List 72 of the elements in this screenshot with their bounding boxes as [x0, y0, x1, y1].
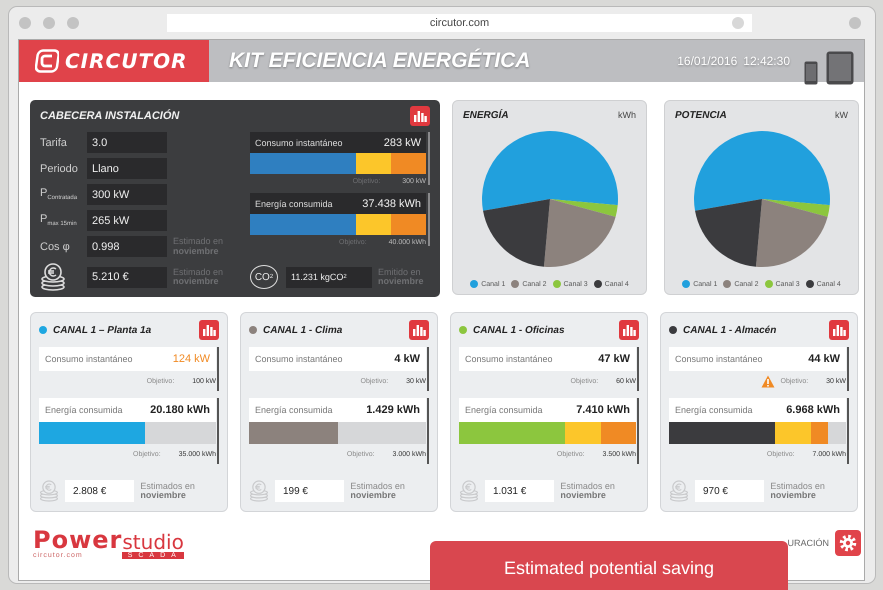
address-bar[interactable]: circutor.com — [167, 14, 752, 32]
chart-icon[interactable] — [199, 320, 219, 340]
reading-label: Energía consumida — [465, 405, 543, 415]
reading-label: Consumo instantáneo — [465, 354, 553, 364]
settings-label: URACIÓN — [787, 538, 829, 548]
reading-value: 6.968 kWh — [786, 404, 840, 416]
unit-label: kW — [835, 110, 848, 120]
field-value: Llano — [87, 158, 167, 179]
reading-label: Energía consumida — [45, 405, 123, 415]
card-title: CANAL 1 - Clima — [263, 324, 344, 336]
card-title: POTENCIA — [675, 110, 727, 120]
time-text: 12:42:30 — [743, 54, 790, 68]
field-value: 3.0 — [87, 132, 167, 153]
window-dot[interactable] — [849, 17, 861, 29]
reading-label: Consumo instantáneo — [255, 354, 343, 364]
brand-text: studio — [122, 532, 184, 552]
logo-icon — [35, 49, 59, 73]
reading-value: 47 kW — [598, 353, 630, 365]
logo-text: CIRCUTOR — [65, 49, 188, 73]
reading-value: 1.429 kWh — [366, 404, 420, 416]
url-text: circutor.com — [430, 17, 490, 29]
field-label: Cos φ — [40, 240, 71, 252]
field-value: 300 kW — [87, 184, 167, 205]
window-dot[interactable] — [67, 17, 79, 29]
card-title: ENERGÍA — [463, 110, 509, 120]
card-title: CANAL 1 - Oficinas — [473, 324, 566, 336]
cost-value: 199 € — [274, 480, 344, 502]
meter-label: Energía consumida — [255, 198, 333, 208]
chart-icon[interactable] — [829, 320, 849, 340]
field-label: Periodo — [40, 162, 79, 174]
reading-value: 7.410 kWh — [576, 404, 630, 416]
window-dot[interactable] — [43, 17, 55, 29]
note-text: Estimados en noviembre — [350, 482, 406, 500]
unit-label: kWh — [618, 110, 636, 120]
chart-icon[interactable] — [409, 320, 429, 340]
reading-label: Consumo instantáneo — [675, 354, 763, 364]
settings-button[interactable] — [835, 530, 861, 556]
chart-icon[interactable] — [619, 320, 639, 340]
reading-value: 20.180 kWh — [150, 404, 210, 416]
chart-icon[interactable] — [410, 106, 430, 126]
tablet-icon[interactable] — [826, 51, 854, 85]
cost-value: 2.808 € — [64, 480, 134, 502]
cost-value: 5.210 € — [87, 266, 167, 288]
note-text: Estimados en noviembre — [770, 482, 826, 500]
saving-banner: Estimated potential saving — [430, 541, 788, 590]
meter-value: 37.438 kWh — [362, 198, 421, 210]
reading-value: 44 kW — [808, 353, 840, 365]
cost-value: 970 € — [694, 480, 764, 502]
card-title: CANAL 1 – Planta 1a — [53, 324, 152, 336]
field-value: 265 kW — [87, 210, 167, 231]
window-dot[interactable] — [19, 17, 31, 29]
app-title: KIT EFICIENCIA ENERGÉTICA — [229, 49, 530, 73]
meter-label: Consumo instantáneo — [255, 138, 343, 148]
note-text: Estimados en noviembre — [560, 482, 616, 500]
field-value: 0.998 — [87, 236, 167, 257]
reading-value: 124 kW — [172, 353, 210, 365]
reading-label: Energía consumida — [675, 405, 753, 415]
cost-value: 1.031 € — [484, 480, 554, 502]
reading-label: Consumo instantáneo — [45, 354, 133, 364]
card-title: CANAL 1 - Almacén — [683, 324, 778, 336]
brand-text: Power — [33, 528, 122, 552]
field-label: Tarifa — [40, 136, 68, 148]
phone-icon[interactable] — [804, 61, 818, 85]
field-label: P$_{Contratada}$ — [40, 187, 78, 202]
reading-label: Energía consumida — [255, 405, 333, 415]
note-text: Estimados en noviembre — [140, 482, 196, 500]
date-text: 16/01/2016 — [677, 54, 738, 68]
card-title: CABECERA INSTALACIÓN — [40, 110, 180, 122]
reading-value: 4 kW — [394, 353, 420, 365]
meter-value: 283 kW — [384, 136, 421, 148]
coin-stack-icon — [40, 263, 66, 291]
field-label: P$_{max 15min}$ — [40, 213, 78, 228]
